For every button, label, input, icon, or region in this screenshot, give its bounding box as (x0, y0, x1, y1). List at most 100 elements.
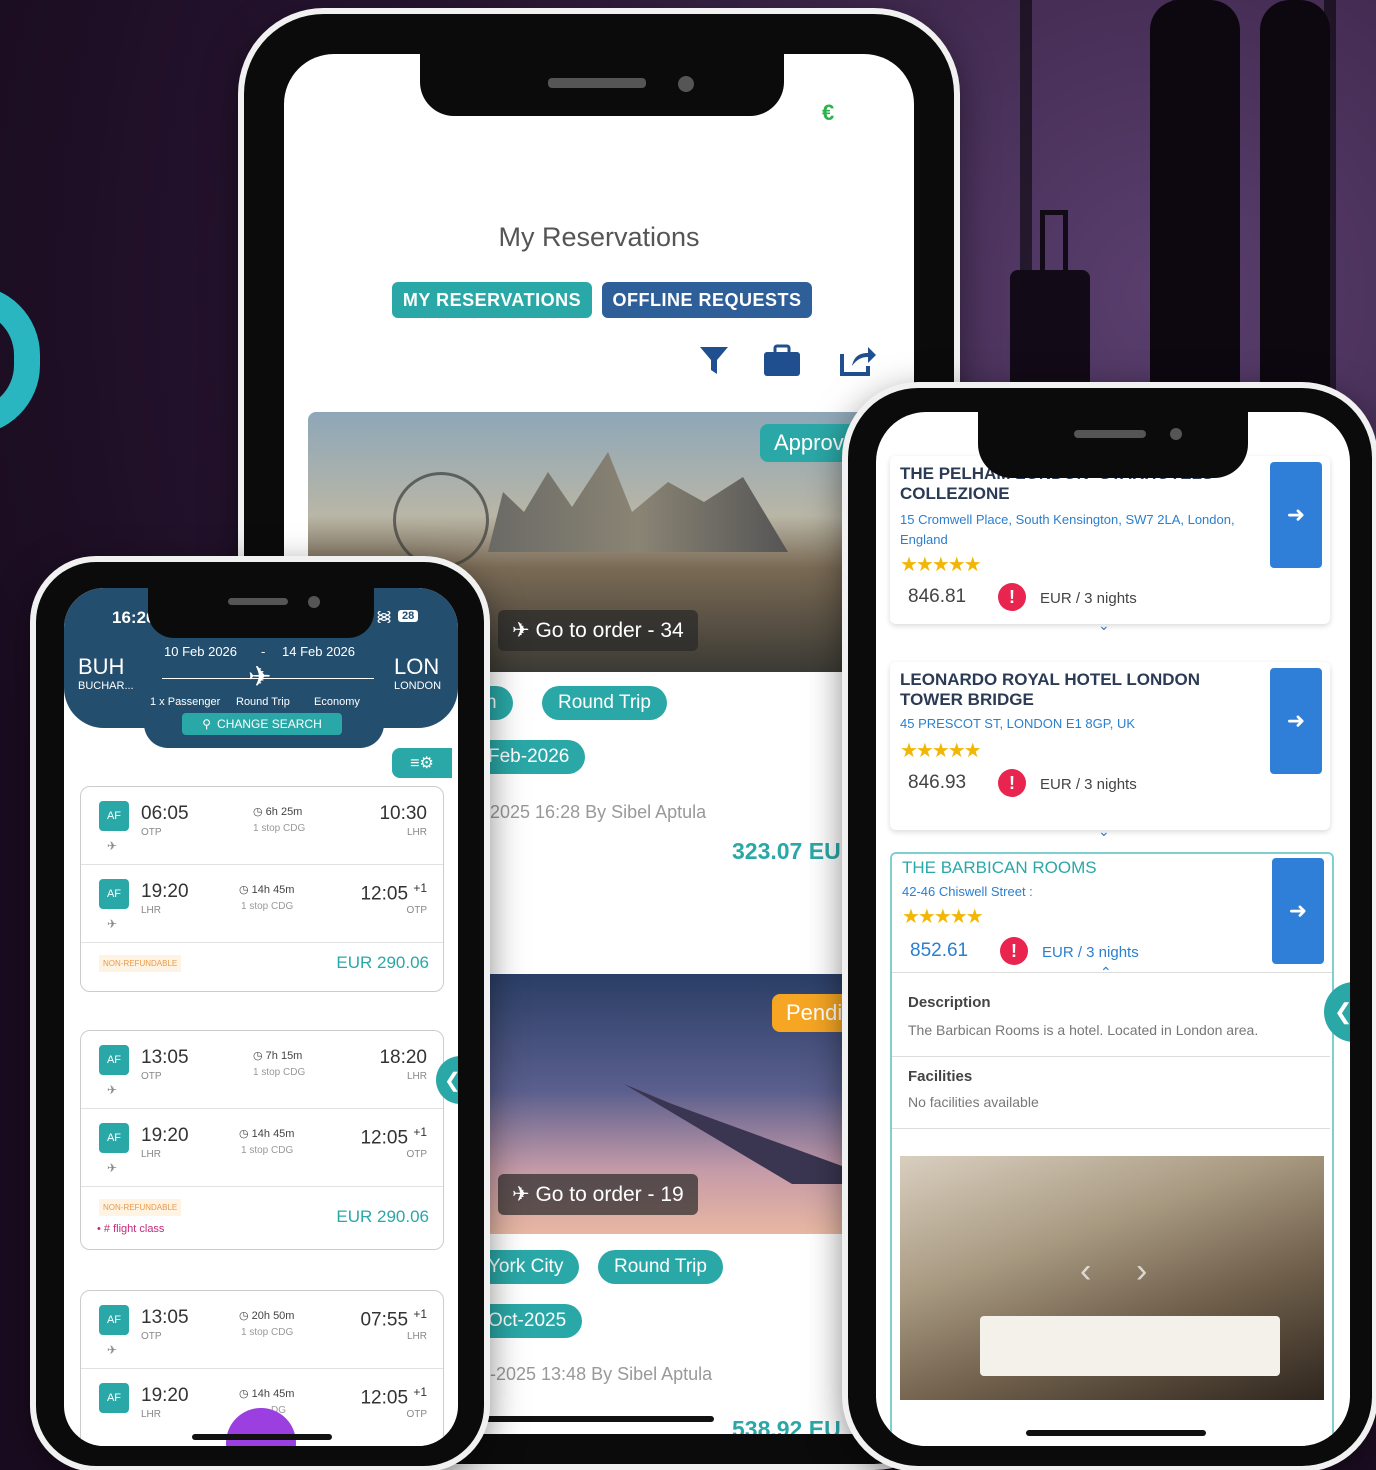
non-refundable-tag: NON-REFUNDABLE (99, 1199, 182, 1216)
date-pill: Oct-2025 (472, 1304, 583, 1338)
airline-badge: AF (99, 1305, 129, 1335)
departure-code: OTP (141, 1331, 162, 1342)
arrow-right-icon: ➜ (1288, 898, 1308, 923)
background-person (1150, 0, 1240, 400)
sort-settings-button[interactable]: ≡⚙ (392, 748, 452, 778)
page-title: My Reservations (498, 222, 700, 252)
airline-badge: AF (99, 879, 129, 909)
hotel-photo: ‹ › (900, 1156, 1324, 1400)
flight-leg: AF ✈ 13:05 OTP ◷ 7h 15m 1 stop CDG 18:20… (81, 1031, 443, 1109)
clock-icon: ◷ (239, 1310, 252, 1322)
duration-label: 14h 45m (251, 1128, 295, 1140)
flight-class-note: • # flight class (97, 1223, 165, 1235)
departure-code: LHR (141, 905, 162, 916)
price-unit: EUR / 3 nights (1040, 776, 1137, 793)
home-indicator (484, 1416, 714, 1422)
arrival-code: OTP (406, 1409, 427, 1420)
destination-city: LONDON (394, 680, 442, 692)
phone-flights: 16:26 ᯼ 28 10 Feb 2026 - 14 Feb 2026 BUH… (36, 562, 484, 1466)
duration-label: 20h 50m (251, 1310, 295, 1322)
tab-offline-requests[interactable]: OFFLINE REQUESTS (602, 282, 812, 318)
hotel-price: 846.81 (908, 586, 967, 607)
arrival-time-value: 12:05 (360, 883, 409, 905)
home-indicator (192, 1434, 332, 1440)
alert-icon[interactable]: ! (1000, 937, 1028, 965)
plane-depart-icon: ✈ (107, 1083, 118, 1097)
export-icon[interactable] (838, 344, 878, 380)
description-title: Description (908, 994, 991, 1011)
departure-code: LHR (141, 1149, 162, 1160)
clock-icon: ◷ (239, 1128, 252, 1140)
divider (892, 1128, 1330, 1129)
tab-my-reservations[interactable]: MY RESERVATIONS (392, 282, 592, 318)
arrival-code: LHR (406, 1331, 427, 1342)
alert-icon[interactable]: ! (998, 583, 1026, 611)
alert-icon[interactable]: ! (998, 769, 1026, 797)
flight-card[interactable]: AF ✈ 06:05 OTP ◷ 6h 25m 1 stop CDG 10:30… (80, 786, 444, 992)
divider (892, 972, 1332, 973)
duration-label: 14h 45m (251, 884, 295, 896)
london-eye (393, 472, 489, 568)
arrival-time: 18:20 (379, 1047, 427, 1068)
briefcase-icon[interactable] (762, 344, 802, 380)
expand-chevron-icon[interactable]: ⌄ (1098, 617, 1110, 634)
search-icon: ⚲ (202, 717, 212, 731)
next-day-marker: +1 (413, 1385, 427, 1399)
hotel-open-button[interactable]: ➜ (1270, 462, 1322, 568)
camera (308, 596, 320, 608)
cabin-class: Economy (314, 696, 360, 708)
hotel-open-button[interactable]: ➜ (1270, 668, 1322, 774)
facilities-title: Facilities (908, 1068, 973, 1085)
airline-badge: AF (99, 1383, 129, 1413)
phone-notch (978, 412, 1248, 478)
trip-type-pill: Round Trip (598, 1250, 723, 1284)
arrival-time-value: 12:05 (360, 1127, 409, 1149)
duration: ◷ 6h 25m (253, 805, 302, 818)
camera (1170, 428, 1182, 440)
speaker (228, 598, 288, 605)
wifi-icon: ᯼ (376, 608, 393, 625)
next-photo-icon[interactable]: › (1136, 1252, 1147, 1291)
hotel-stars: ★★★★★ (900, 554, 982, 576)
departure-time: 19:20 (141, 1125, 189, 1146)
hotel-address: 45 PRESCOT ST, LONDON E1 8GP, UK (900, 716, 1136, 731)
description-text: The Barbican Rooms is a hotel. Located i… (908, 1022, 1259, 1038)
departure-time: 19:20 (141, 881, 189, 902)
arrival-time-value: 07:55 (360, 1309, 409, 1331)
airline-badge: AF (99, 1123, 129, 1153)
expand-chevron-icon[interactable]: ⌄ (1098, 823, 1110, 840)
prev-photo-icon[interactable]: ‹ (1080, 1252, 1091, 1291)
price-unit: EUR / 3 nights (1040, 590, 1137, 607)
arrival-code: OTP (406, 905, 427, 916)
background-suitcase (1010, 210, 1090, 390)
hotel-open-button[interactable]: ➜ (1272, 858, 1324, 964)
clock-icon: ◷ (239, 1388, 252, 1400)
flight-card[interactable]: AF ✈ 13:05 OTP ◷ 7h 15m 1 stop CDG 18:20… (80, 1030, 444, 1250)
filter-icon[interactable] (694, 344, 734, 380)
arrival-code: LHR (406, 827, 427, 838)
reservation-price: 323.07 EU (732, 838, 841, 864)
go-to-order-button[interactable]: ✈ Go to order - 19 (498, 1174, 698, 1215)
plane-icon: ✈ (512, 1183, 530, 1206)
hotel-address: 42-46 Chiswell Street : (902, 884, 1033, 899)
duration-label: 14h 45m (251, 1388, 295, 1400)
go-to-order-button[interactable]: ✈ Go to order - 34 (498, 610, 698, 651)
arrival-time-value: 12:05 (360, 1387, 409, 1409)
status-badge-pending: Pendi (772, 994, 857, 1032)
plane-icon: ✈ (512, 619, 530, 642)
flight-leg: AF ✈ 19:20 LHR ◷ 14h 45m 1 stop CDG 12:0… (81, 1109, 443, 1187)
arrival-time: 10:30 (379, 803, 427, 824)
airline-badge: AF (99, 1045, 129, 1075)
change-search-button[interactable]: ⚲ CHANGE SEARCH (182, 713, 342, 735)
skyline (488, 452, 788, 552)
passengers: 1 x Passenger (150, 696, 221, 708)
change-search-label: CHANGE SEARCH (217, 717, 322, 731)
hotel-card[interactable]: THE PELHAM LONDON- STARHOTELS COLLEZIONE… (890, 456, 1330, 633)
arrival-time: 12:05 +1 (360, 1385, 427, 1409)
duration-label: 6h 25m (265, 806, 303, 818)
stops: 1 stop CDG (253, 1067, 306, 1078)
hotel-card[interactable]: LEONARDO ROYAL HOTEL LONDON TOWER BRIDGE… (890, 662, 1330, 839)
go-to-order-label: Go to order - 19 (535, 1183, 684, 1206)
hotel-name: LEONARDO ROYAL HOTEL LONDON TOWER BRIDGE (900, 670, 1201, 709)
flight-leg: AF ✈ 13:05 OTP ◷ 20h 50m 1 stop CDG 07:5… (81, 1291, 443, 1369)
